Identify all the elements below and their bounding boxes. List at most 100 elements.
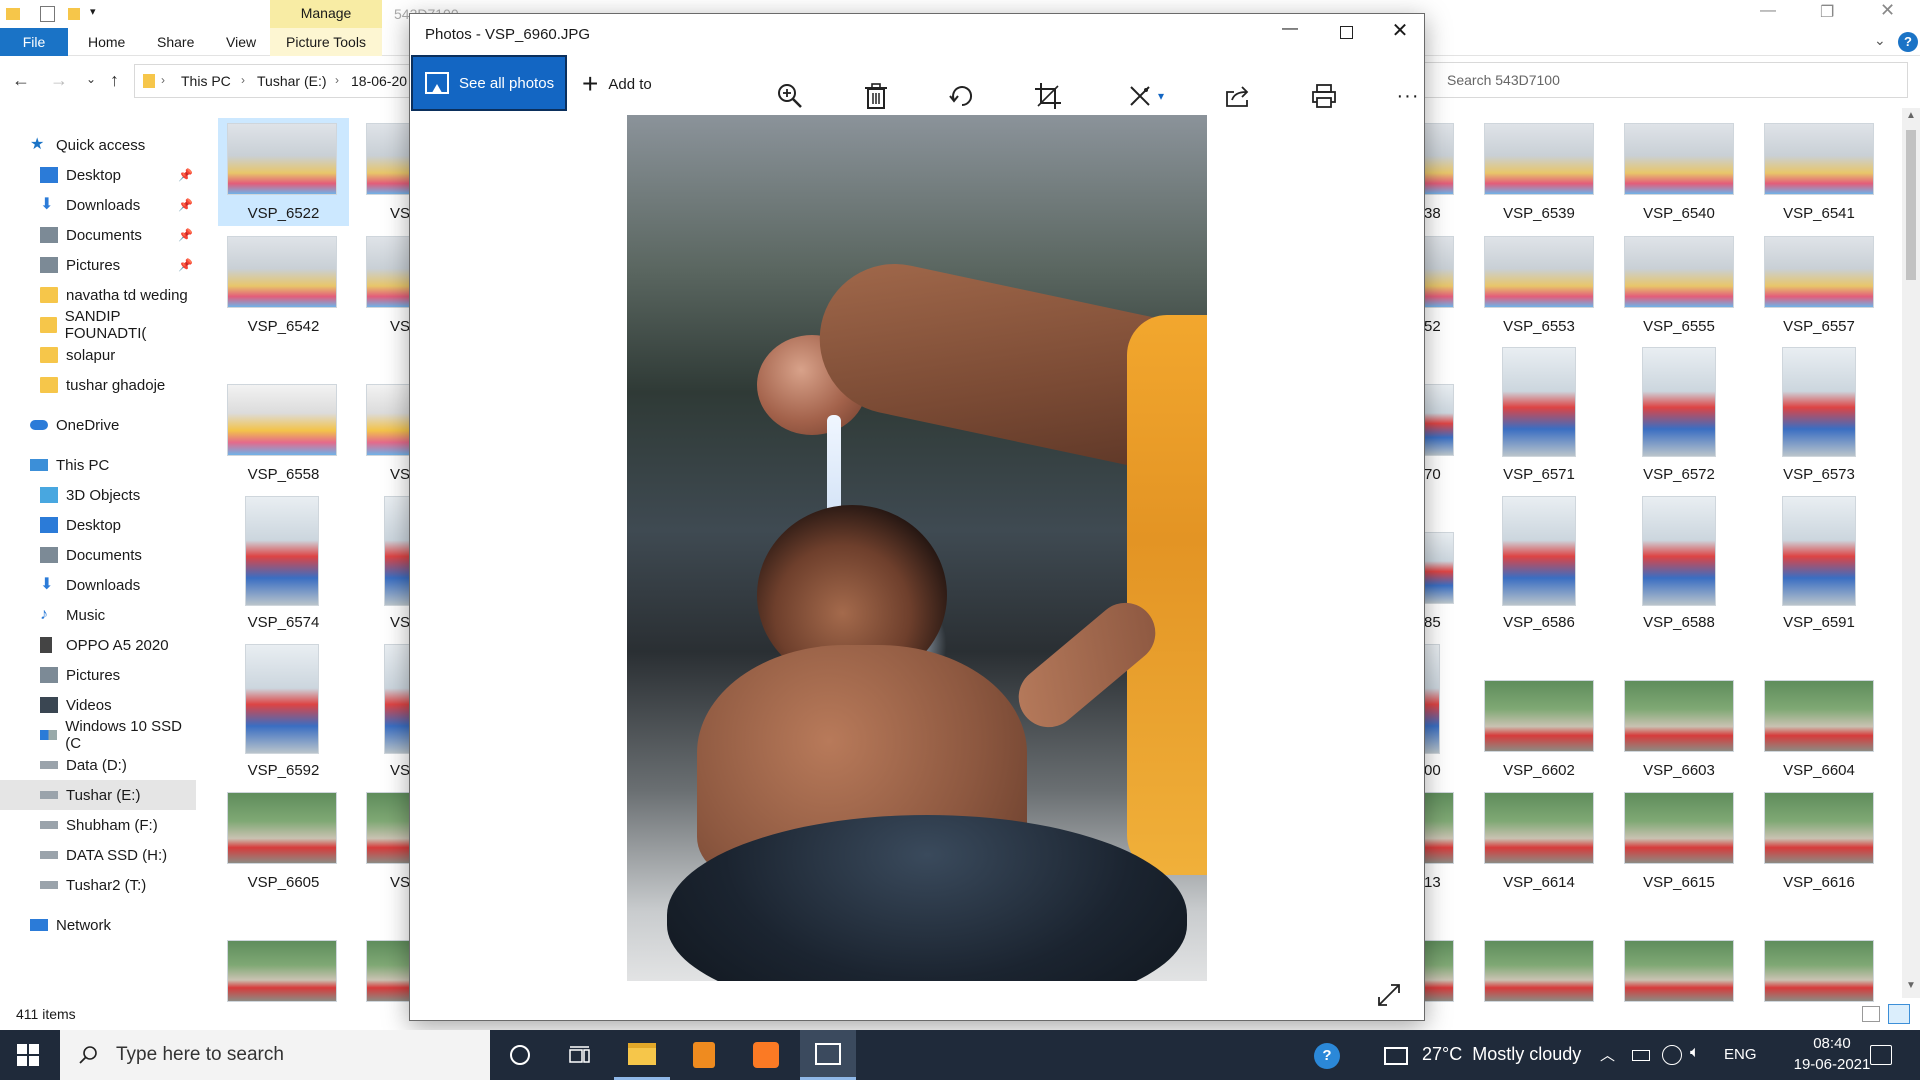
file-thumbnail[interactable] xyxy=(1424,384,1454,456)
nav-pc-data-d[interactable]: Data (D:) xyxy=(0,750,196,780)
print-icon[interactable] xyxy=(1302,74,1346,118)
nav-pc-pictures[interactable]: Pictures xyxy=(0,660,196,690)
forward-arrow-icon[interactable]: → xyxy=(50,70,68,91)
file-name[interactable]: VSP_6588 xyxy=(1614,614,1744,631)
file-name[interactable]: VS xyxy=(390,874,410,891)
file-thumbnail[interactable] xyxy=(366,236,410,308)
vertical-scrollbar[interactable]: ▲ ▼ xyxy=(1902,108,1920,998)
photos-minimize-button[interactable]: — xyxy=(1270,20,1310,44)
nav-pc-music[interactable]: ♪ Music xyxy=(0,600,196,630)
file-thumbnail[interactable] xyxy=(1424,644,1440,754)
nav-pc-tushar2-t[interactable]: Tushar2 (T:) xyxy=(0,870,196,900)
recent-dropdown-icon[interactable]: ⌄ xyxy=(86,72,96,86)
add-to-button[interactable]: + Add to xyxy=(582,64,652,104)
tab-picture-tools[interactable]: Picture Tools xyxy=(270,28,382,56)
file-name[interactable]: VSP_6571 xyxy=(1474,466,1604,483)
file-thumbnail[interactable] xyxy=(1764,123,1874,195)
file-thumbnail[interactable] xyxy=(1484,940,1594,1002)
crop-icon[interactable] xyxy=(1026,74,1070,118)
taskbar-search-input[interactable]: Type here to search xyxy=(116,1044,284,1066)
nav-qa-tushar-ghadoje[interactable]: tushar ghadoje xyxy=(0,370,196,400)
details-view-icon[interactable] xyxy=(1862,1006,1880,1022)
file-thumbnail[interactable] xyxy=(366,384,410,456)
explorer-close-button[interactable]: ✕ xyxy=(1880,0,1895,21)
nav-pc-data-ssd-h[interactable]: DATA SSD (H:) xyxy=(0,840,196,870)
zoom-in-icon[interactable] xyxy=(768,74,812,118)
nav-pc-documents[interactable]: Documents xyxy=(0,540,196,570)
help-taskbar-icon[interactable]: ? xyxy=(1314,1043,1340,1069)
nav-qa-sandip[interactable]: SANDIP FOUNADTI( xyxy=(0,308,196,342)
file-name[interactable]: VSP_6542 xyxy=(218,318,349,335)
file-thumbnail[interactable] xyxy=(227,940,337,1002)
file-name[interactable]: 85 xyxy=(1424,614,1441,631)
file-name[interactable]: 13 xyxy=(1424,874,1441,891)
photos-taskbar-icon[interactable] xyxy=(800,1030,856,1080)
file-thumbnail[interactable] xyxy=(1424,123,1454,195)
file-name[interactable]: VS xyxy=(390,466,410,483)
cortana-icon[interactable] xyxy=(492,1030,548,1080)
file-thumbnail[interactable] xyxy=(1764,680,1874,752)
nav-pc-desktop[interactable]: Desktop xyxy=(0,510,196,540)
nav-pc-windows-ssd[interactable]: Windows 10 SSD (C xyxy=(0,718,196,752)
pin-icon[interactable]: 📌 xyxy=(178,258,193,272)
file-thumbnail[interactable] xyxy=(245,644,319,754)
file-thumbnail[interactable] xyxy=(1624,236,1734,308)
scroll-down-icon[interactable]: ▼ xyxy=(1906,980,1916,991)
search-box[interactable]: Search 543D7100 xyxy=(1424,62,1908,98)
news-weather-icon[interactable] xyxy=(1384,1047,1408,1065)
nav-qa-documents[interactable]: Documents 📌 xyxy=(0,220,196,250)
rotate-icon[interactable] xyxy=(940,74,984,118)
file-thumbnail[interactable] xyxy=(1642,347,1716,457)
clock-date[interactable]: 19-06-2021 xyxy=(1790,1056,1874,1073)
file-thumbnail[interactable] xyxy=(1424,792,1454,864)
file-name[interactable]: VSP_6591 xyxy=(1754,614,1884,631)
file-name[interactable]: VSP_6586 xyxy=(1474,614,1604,631)
file-name[interactable]: VSP_6605 xyxy=(218,874,349,891)
file-thumbnail[interactable] xyxy=(1624,940,1734,1002)
address-bar[interactable]: › This PC › Tushar (E:) › 18-06-20 xyxy=(134,64,424,98)
file-name[interactable]: VSP_6539 xyxy=(1474,205,1604,222)
nav-qa-navatha[interactable]: navatha td weding xyxy=(0,280,196,310)
breadcrumb-date[interactable]: 18-06-20 xyxy=(351,73,407,89)
file-thumbnail[interactable] xyxy=(1624,123,1734,195)
tab-home[interactable]: Home xyxy=(88,34,125,50)
file-name[interactable]: VSP_6540 xyxy=(1614,205,1744,222)
large-icons-view-icon[interactable] xyxy=(1888,1004,1910,1024)
help-icon[interactable]: ? xyxy=(1898,32,1918,52)
chevron-down-icon[interactable]: ▾ xyxy=(1158,89,1164,103)
file-name[interactable]: VSP_6541 xyxy=(1754,205,1884,222)
file-thumbnail[interactable] xyxy=(245,496,319,606)
pin-icon[interactable]: 📌 xyxy=(178,198,193,212)
tab-file[interactable]: File xyxy=(0,28,68,56)
file-thumbnail[interactable] xyxy=(1484,680,1594,752)
nav-qa-solapur[interactable]: solapur xyxy=(0,340,196,370)
nav-qa-pictures[interactable]: Pictures 📌 xyxy=(0,250,196,280)
file-name[interactable]: VSP_6557 xyxy=(1754,318,1884,335)
nav-onedrive[interactable]: OneDrive xyxy=(0,410,196,440)
more-options-icon[interactable]: ··· xyxy=(1386,74,1430,118)
file-name[interactable]: VSP_6604 xyxy=(1754,762,1884,779)
file-thumbnail[interactable] xyxy=(1764,792,1874,864)
nav-pc-3d-objects[interactable]: 3D Objects xyxy=(0,480,196,510)
file-thumbnail[interactable] xyxy=(1782,347,1856,457)
nav-pc-shubham-f[interactable]: Shubham (F:) xyxy=(0,810,196,840)
file-thumbnail[interactable] xyxy=(1424,532,1454,604)
breadcrumb-this-pc[interactable]: This PC xyxy=(181,73,231,89)
show-hidden-icons-chevron[interactable]: ︿ xyxy=(1600,1044,1615,1065)
file-name[interactable]: 38 xyxy=(1424,205,1441,222)
nav-qa-downloads[interactable]: ⬇ Downloads 📌 xyxy=(0,190,196,220)
up-arrow-icon[interactable]: ↑ xyxy=(110,70,119,91)
fullscreen-expand-icon[interactable] xyxy=(1376,982,1402,1008)
file-name[interactable]: VSP_6522 xyxy=(218,205,349,222)
file-explorer-taskbar-icon[interactable] xyxy=(614,1030,670,1080)
file-name[interactable]: 52 xyxy=(1424,318,1441,335)
ribbon-expand-icon[interactable]: ⌄ xyxy=(1874,32,1886,49)
main-photo[interactable] xyxy=(627,115,1207,981)
see-all-photos-button[interactable]: See all photos xyxy=(411,55,567,111)
file-thumbnail[interactable] xyxy=(227,123,337,195)
file-thumbnail[interactable] xyxy=(384,644,410,754)
file-thumbnail[interactable] xyxy=(366,123,410,195)
task-view-icon[interactable] xyxy=(552,1030,608,1080)
explorer-minimize-button[interactable]: — xyxy=(1760,2,1776,20)
nav-network[interactable]: Network xyxy=(0,910,196,940)
